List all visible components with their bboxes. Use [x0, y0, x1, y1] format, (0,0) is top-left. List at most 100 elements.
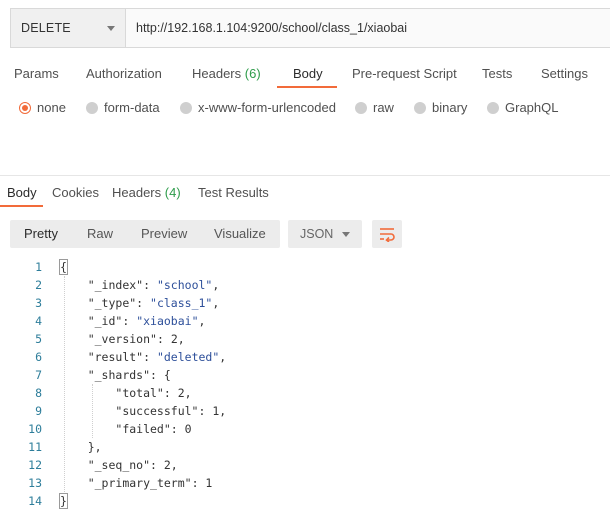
tab-label: Params — [14, 66, 59, 81]
radio-icon — [487, 101, 499, 114]
radio-x-www-form-urlencoded[interactable]: x-www-form-urlencoded — [180, 100, 336, 115]
tab-label: Test Results — [198, 185, 269, 200]
code-text: { — [59, 259, 68, 275]
response-tab-cookies[interactable]: Cookies — [52, 185, 99, 200]
line-number: 5 — [35, 332, 42, 346]
line-number: 4 — [35, 314, 42, 328]
wrap-lines-button[interactable] — [372, 220, 402, 248]
code-text: } — [59, 493, 68, 509]
code-line: 14} — [0, 492, 610, 510]
tab-label: Settings — [541, 66, 588, 81]
code-line: 7 "_shards": { — [0, 366, 610, 384]
radio-binary[interactable]: binary — [414, 100, 467, 115]
line-number: 13 — [28, 476, 42, 490]
format-select[interactable]: JSON — [288, 220, 362, 248]
tab-tests[interactable]: Tests — [482, 66, 512, 81]
tab-label: Authorization — [86, 66, 162, 81]
radio-selected-icon — [19, 101, 31, 114]
tab-count-badge: (4) — [164, 185, 181, 200]
view-visualize-button[interactable]: Visualize — [214, 220, 266, 248]
code-line: 2 "_index": "school", — [0, 276, 610, 294]
line-number: 12 — [28, 458, 42, 472]
section-divider — [0, 175, 610, 176]
code-line: 11 }, — [0, 438, 610, 456]
code-text: "_shards": { — [87, 368, 171, 382]
tab-settings[interactable]: Settings — [541, 66, 588, 81]
line-number: 8 — [35, 386, 42, 400]
active-response-tab-indicator — [0, 205, 43, 207]
tab-authorization[interactable]: Authorization — [86, 66, 162, 81]
body-type-radios: none form-data x-www-form-urlencoded raw… — [0, 100, 610, 122]
code-text: "_seq_no": 2, — [87, 458, 178, 472]
tab-label: Tests — [482, 66, 513, 81]
tab-headers[interactable]: Headers (6) — [192, 66, 261, 81]
view-raw-button[interactable]: Raw — [87, 220, 113, 248]
radio-label: binary — [432, 100, 468, 115]
line-number: 1 — [35, 260, 42, 274]
radio-icon — [180, 101, 192, 114]
radio-label: none — [37, 100, 66, 115]
line-number: 3 — [35, 296, 42, 310]
code-text: }, — [60, 440, 102, 454]
code-text: "_index": "school", — [87, 278, 220, 292]
view-mode-group: Pretty Raw Preview Visualize — [10, 220, 280, 248]
indent-guide — [64, 276, 65, 492]
radio-label: form-data — [104, 100, 160, 115]
radio-form-data[interactable]: form-data — [86, 100, 160, 115]
code-line: 4 "_id": "xiaobai", — [0, 312, 610, 330]
view-pretty-button[interactable]: Pretty — [24, 220, 58, 248]
tab-pre-request-script[interactable]: Pre-request Script — [352, 66, 457, 81]
tab-label: Pre-request Script — [352, 66, 457, 81]
response-tab-headers[interactable]: Headers (4) — [112, 185, 181, 200]
chevron-down-icon — [342, 231, 350, 237]
code-text: "result": "deleted", — [87, 350, 227, 364]
format-label: JSON — [300, 227, 334, 241]
response-tab-test-results[interactable]: Test Results — [198, 185, 269, 200]
tab-label: Body — [293, 66, 323, 81]
radio-raw[interactable]: raw — [355, 100, 394, 115]
code-line: 6 "result": "deleted", — [0, 348, 610, 366]
indent-guide — [92, 384, 93, 438]
code-text: "failed": 0 — [115, 422, 192, 436]
code-line: 3 "_type": "class_1", — [0, 294, 610, 312]
line-number: 6 — [35, 350, 42, 364]
url-text: http://192.168.1.104:9200/school/class_1… — [136, 21, 408, 35]
radio-graphql[interactable]: GraphQL — [487, 100, 558, 115]
line-number: 9 — [35, 404, 42, 418]
radio-icon — [86, 101, 98, 114]
code-text: "_type": "class_1", — [87, 296, 220, 310]
tab-count-badge: (6) — [244, 66, 261, 81]
line-number: 7 — [35, 368, 42, 382]
tab-label: Headers — [192, 66, 242, 81]
code-line: 5 "_version": 2, — [0, 330, 610, 348]
code-text: "total": 2, — [115, 386, 192, 400]
code-line: 1{ — [0, 258, 610, 276]
tab-body[interactable]: Body — [293, 66, 323, 81]
tab-params[interactable]: Params — [14, 66, 59, 81]
response-tab-body[interactable]: Body — [7, 185, 37, 200]
url-input[interactable]: http://192.168.1.104:9200/school/class_1… — [126, 9, 610, 47]
radio-label: x-www-form-urlencoded — [198, 100, 336, 115]
radio-icon — [355, 101, 367, 114]
radio-label: raw — [373, 100, 394, 115]
code-line: 12 "_seq_no": 2, — [0, 456, 610, 474]
view-preview-button[interactable]: Preview — [141, 220, 187, 248]
line-number: 14 — [28, 494, 42, 508]
response-body-code[interactable]: 1{2 "_index": "school", 3 "_type": "class… — [0, 258, 610, 521]
radio-icon — [414, 101, 426, 114]
code-text: "_primary_term": 1 — [87, 476, 213, 490]
code-text: "successful": 1, — [115, 404, 227, 418]
method-select[interactable]: DELETE — [11, 9, 126, 47]
radio-none[interactable]: none — [19, 100, 66, 115]
code-text: "_version": 2, — [87, 332, 185, 346]
tab-label: Body — [7, 185, 37, 200]
method-label: DELETE — [21, 21, 71, 35]
line-number: 11 — [28, 440, 42, 454]
tab-label: Headers — [112, 185, 162, 200]
code-line: 13 "_primary_term": 1 — [0, 474, 610, 492]
wrap-lines-icon — [380, 228, 395, 242]
active-tab-indicator — [277, 86, 337, 88]
tab-label: Cookies — [52, 185, 99, 200]
response-tabs: Body Cookies Headers (4) Test Results — [0, 180, 610, 208]
chevron-down-icon — [107, 25, 115, 31]
